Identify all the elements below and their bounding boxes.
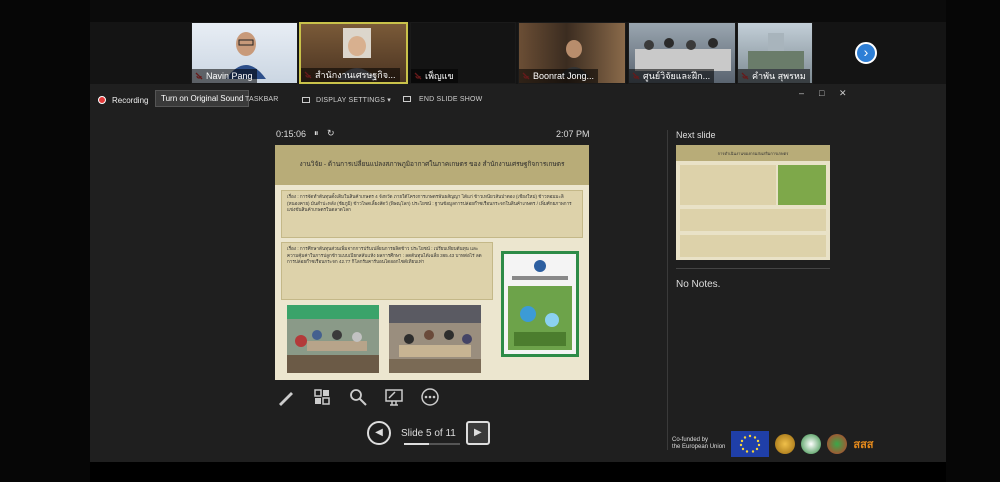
clock: 2:07 PM [556,129,590,139]
current-slide[interactable]: งานวิจัย - ด้านการเปลี่ยนแปลงสภาพภูมิอาก… [275,145,589,380]
participant-name: Boonrat Jong... [519,69,599,83]
next-slide-preview[interactable]: การดำเนินงานของกรมส่งเสริมการเกษตร [676,145,830,260]
elapsed-timer: 0:15:06 [276,129,307,139]
participant-video [635,38,731,71]
grid-icon[interactable] [312,387,332,407]
participant-video [748,33,804,69]
participant-name: Navin Pang [192,69,257,83]
participant-tile[interactable]: คำพัน สุพรหม [737,22,813,84]
left-letterbox [0,0,90,482]
slide-photo [389,305,481,373]
slide-box1-text: เรื่อง : การจัดทำต้นทุนดั้งเดิมในสินค้าเ… [287,194,572,212]
slide-progress-fill [404,443,430,445]
next-slide-title: การดำเนินงานของกรมส่งเสริมการเกษตร [717,151,789,156]
participant-name: เพ็ญแข [411,69,458,83]
presenter-tools [276,387,440,407]
more-icon[interactable] [420,387,440,407]
eu-stars [740,434,761,453]
participant-tile[interactable]: Boonrat Jong... [518,22,626,84]
participant-tile[interactable]: เพ็ญแข [410,22,516,84]
end-slide-show-label: END SLIDE SHOW [419,96,483,103]
slide-text-box: เรื่อง : การจัดทำต้นทุนดั้งเดิมในสินค้าเ… [281,190,583,238]
partner-logo-icon [827,434,848,454]
panel-divider [667,130,668,450]
previous-slide-button[interactable]: ◀ [367,421,391,445]
taskbar-button[interactable]: TASKBAR [245,96,279,103]
close-button[interactable]: ✕ [839,88,847,99]
sponsor-logos: Co-funded by the European Union สสส [672,430,874,458]
partner-logo-icon [775,434,796,454]
chevron-right-icon[interactable]: › [855,42,877,64]
poster-graphic [508,260,572,350]
next-slide-button[interactable]: ▶ [465,421,490,445]
next-slide-box [680,165,776,205]
eu-caption: Co-funded by the European Union [672,437,725,451]
pause-icon[interactable]: ⏸ [314,128,319,138]
partner-logo-icon [801,434,822,454]
meeting-photo [287,305,379,373]
original-sound-tooltip[interactable]: Turn on Original Sound [155,90,250,107]
restore-button[interactable]: □ [819,88,824,98]
participant-tile-active[interactable]: สำนักงานเศรษฐกิจ... [299,22,408,84]
next-slide-photo [778,165,826,205]
pointer-icon[interactable] [384,387,404,407]
eu-flag-icon [731,431,770,457]
display-settings-button[interactable]: DISPLAY SETTINGS ▾ [302,96,391,104]
eu-caption-line2: the European Union [672,444,726,450]
sss-logo: สสส [853,438,874,451]
monitor-icon [302,97,310,104]
end-slide-show-button[interactable]: END SLIDE SHOW [403,96,482,103]
participant-tile[interactable]: ศูนย์วิจัยและฝึก... [628,22,736,84]
slide-progress [404,443,460,445]
slide-poster-image [501,251,579,357]
speaker-notes: No Notes. [676,279,721,290]
participant-name: ศูนย์วิจัยและฝึก... [629,69,715,83]
timer-controls: ⏸ ↻ [314,128,335,139]
pen-icon[interactable] [276,387,296,407]
participant-name: สำนักงานเศรษฐกิจ... [301,68,400,82]
meeting-photo [389,305,481,373]
slide-text-box: เรื่อง : การศึกษาต้นทุนส่วนเพิ่มจากการปร… [281,242,493,300]
recording-indicator[interactable]: Recording [98,92,148,108]
notes-divider [676,268,830,269]
right-letterbox [946,0,1000,482]
display-settings-label: DISPLAY SETTINGS ▾ [316,97,391,104]
end-show-icon [403,96,411,103]
slide-title: งานวิจัย - ด้านการเปลี่ยนแปลงสภาพภูมิอาก… [299,161,565,168]
zoom-icon[interactable] [348,387,368,407]
minimize-button[interactable]: – [799,88,804,98]
slide-box2-text: เรื่อง : การศึกษาต้นทุนส่วนเพิ่มจากการปร… [287,246,482,264]
top-bar [90,0,946,22]
slide-photo [287,305,379,373]
slide-counter: Slide 5 of 11 [401,427,456,439]
participant-tile[interactable]: Navin Pang [191,22,298,84]
participant-strip: Navin Pang สำนักงานเศรษฐกิจ... เพ็ญแข Bo… [90,22,946,84]
participant-name: คำพัน สุพรหม [738,69,810,83]
next-slide-box [680,209,826,231]
next-slide-box [680,235,826,257]
record-icon [98,96,106,104]
reset-icon[interactable]: ↻ [327,128,335,138]
eu-caption-line1: Co-funded by [672,437,709,443]
recording-label: Recording [112,95,149,105]
next-slide-label: Next slide [676,130,716,140]
slide-navigation: ◀ Slide 5 of 11 ▶ [367,421,490,445]
